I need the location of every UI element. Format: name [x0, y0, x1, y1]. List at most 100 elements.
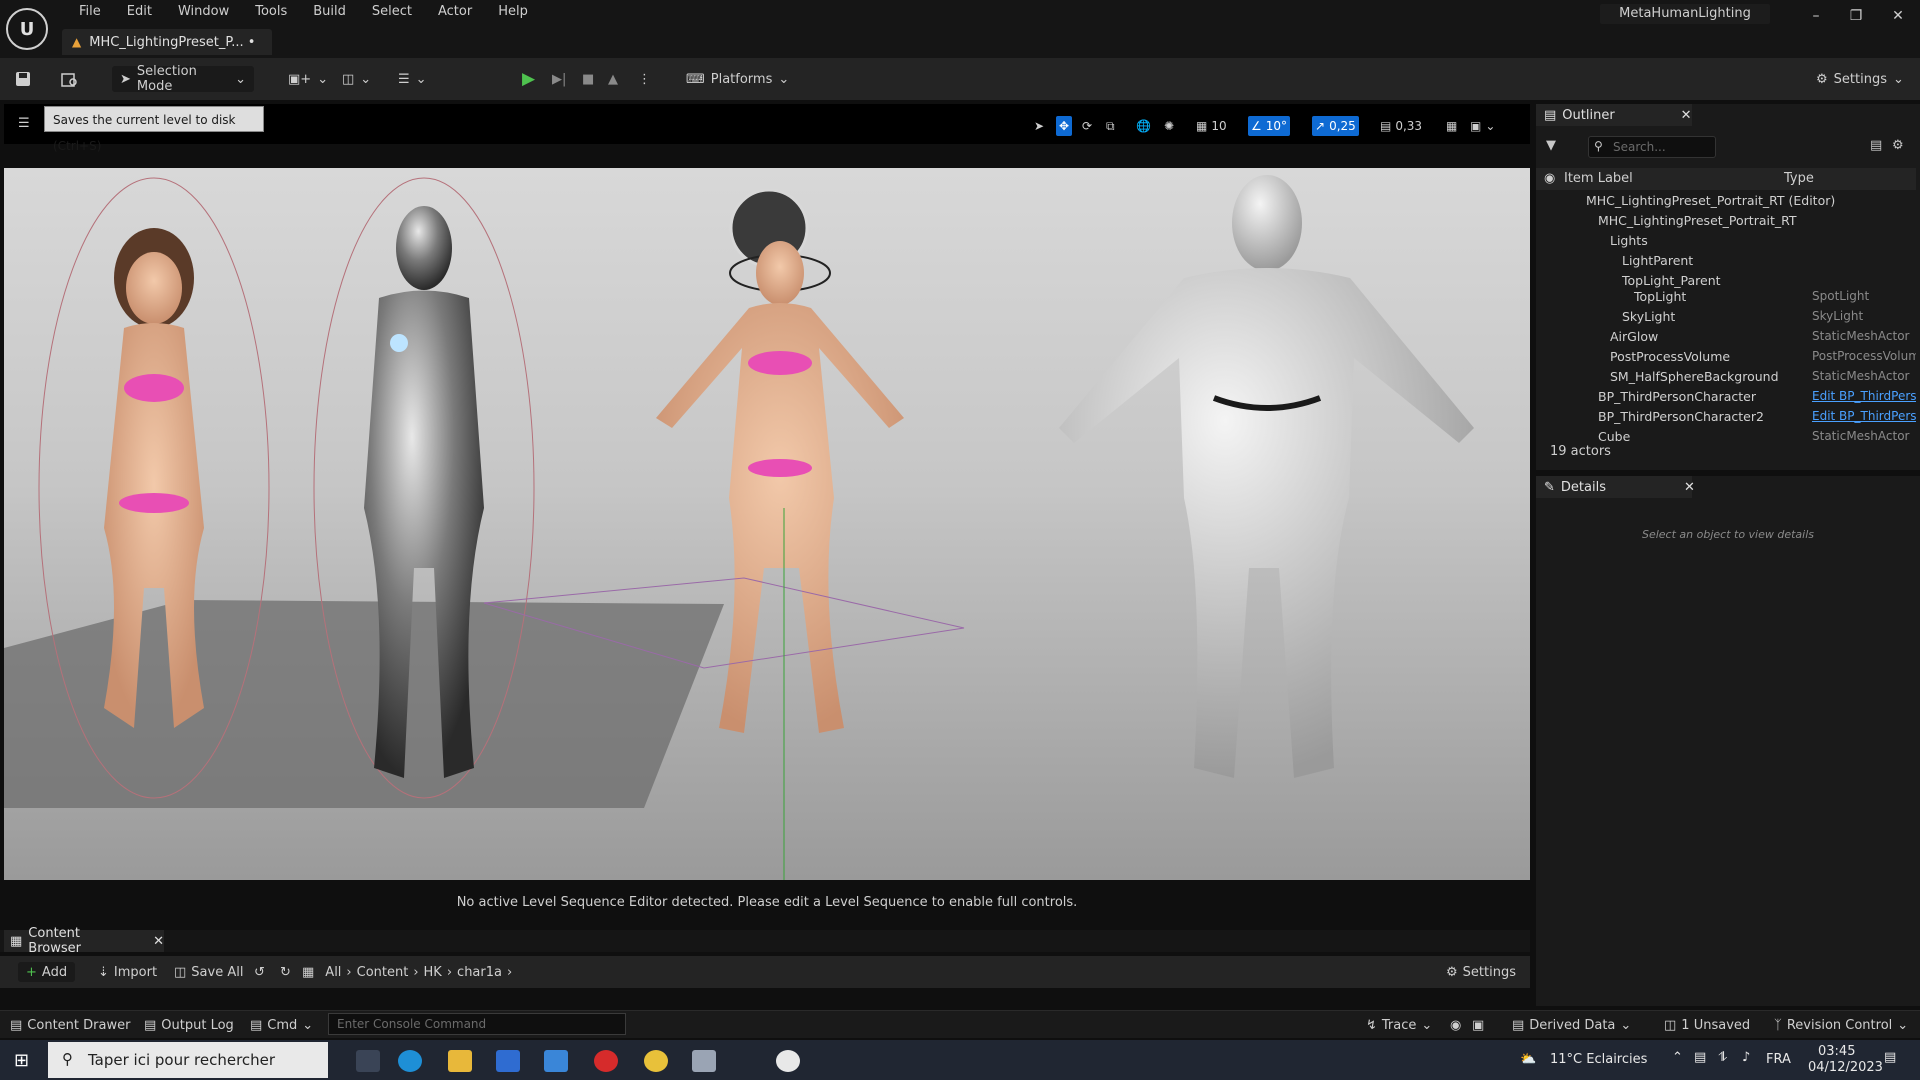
play-options-button[interactable]: ⋮	[638, 66, 651, 92]
level-tab[interactable]: ▲ MHC_LightingPreset_P... •	[62, 29, 272, 55]
outliner-row[interactable]: TopLight SpotLight	[1536, 286, 1916, 306]
outliner-row[interactable]: AirGlow StaticMeshActor	[1536, 326, 1916, 346]
add-actor-button[interactable]: ▣+ ⌄	[288, 66, 328, 92]
rotation-snap[interactable]: ∠ 10°	[1248, 116, 1291, 136]
cinematics-button[interactable]: ☰ ⌄	[398, 66, 427, 92]
unreal-taskbar-icon[interactable]	[776, 1050, 800, 1072]
cmd-dropdown[interactable]: ▤ Cmd ⌄	[250, 1016, 313, 1034]
stop-button[interactable]: ■	[582, 66, 594, 92]
output-log-button[interactable]: ▤ Output Log	[144, 1016, 234, 1034]
trace-dropdown[interactable]: ↯ Trace ⌄	[1366, 1016, 1432, 1034]
scale-snap[interactable]: ↗ 0,25	[1312, 116, 1359, 136]
hamburger-menu-icon[interactable]: ☰	[18, 116, 30, 131]
close-window-button[interactable]: ✕	[1884, 6, 1912, 26]
selection-mode-dropdown[interactable]: ➤ Selection Mode ⌄	[112, 64, 254, 94]
maximize-viewport-button[interactable]: ▦	[1446, 116, 1457, 136]
unreal-logo-icon[interactable]: U	[6, 8, 48, 50]
scale-tool[interactable]: ⧉	[1106, 116, 1115, 136]
outliner-row[interactable]: BP_ThirdPersonCharacter Edit BP_ThirdPers…	[1536, 386, 1916, 406]
settings-button[interactable]: ⚙ Settings ⌄	[1816, 66, 1904, 92]
item-label-column[interactable]: Item Label	[1564, 171, 1633, 186]
outliner-row[interactable]: Lights	[1536, 230, 1916, 250]
taskbar-search-box[interactable]: Taper ici pour rechercher	[48, 1042, 328, 1078]
snapshot-button[interactable]: ▣	[1472, 1016, 1484, 1034]
outliner-row[interactable]: BP_ThirdPersonCharacter2 Edit BP_ThirdPer…	[1536, 406, 1916, 426]
windows-start-icon[interactable]: ⊞	[14, 1050, 29, 1071]
content-drawer-button[interactable]: ▤ Content Drawer	[10, 1016, 130, 1034]
menu-build[interactable]: Build	[300, 2, 359, 22]
rotate-tool[interactable]: ⟳	[1082, 116, 1092, 136]
menu-select[interactable]: Select	[359, 2, 425, 22]
breadcrumb-content[interactable]: Content	[357, 965, 409, 980]
outliner-row-type[interactable]: Edit BP_ThirdPersonCharacter	[1812, 409, 1916, 423]
breadcrumb-all[interactable]: All	[325, 965, 341, 980]
clock-date[interactable]: 04/12/2023	[1808, 1060, 1883, 1075]
derived-data-dropdown[interactable]: ▤ Derived Data ⌄	[1512, 1016, 1631, 1034]
blueprint-button[interactable]: ◫ ⌄	[342, 66, 371, 92]
weather-text[interactable]: 11°C Eclaircies	[1550, 1052, 1647, 1067]
outliner-row[interactable]: Cube StaticMeshActor	[1536, 426, 1916, 446]
record-button[interactable]: ◉	[1450, 1016, 1461, 1034]
mail-icon[interactable]	[544, 1050, 568, 1072]
translate-tool[interactable]: ✥	[1056, 116, 1073, 136]
wifi-icon[interactable]: ⥮	[1718, 1050, 1727, 1065]
revision-control-dropdown[interactable]: ᛉ Revision Control ⌄	[1774, 1016, 1908, 1034]
network-icon[interactable]: ▤	[1694, 1050, 1706, 1065]
menu-window[interactable]: Window	[165, 2, 242, 22]
unsaved-button[interactable]: ◫ 1 Unsaved	[1664, 1016, 1750, 1034]
new-folder-button[interactable]: ▤	[1870, 138, 1882, 153]
outliner-settings-button[interactable]: ⚙	[1892, 138, 1904, 153]
close-icon[interactable]: ✕	[1684, 480, 1695, 495]
menu-edit[interactable]: Edit	[114, 2, 165, 22]
platforms-button[interactable]: ⌨ Platforms ⌄	[686, 66, 789, 92]
breadcrumb-hk[interactable]: HK	[424, 965, 442, 980]
play-button[interactable]: ▶	[522, 66, 535, 92]
select-tool[interactable]: ➤	[1034, 116, 1044, 136]
outliner-row[interactable]: MHC_LightingPreset_Portrait_RT (Editor)	[1536, 190, 1916, 210]
content-browser-tab[interactable]: ▦ Content Browser ✕	[4, 926, 164, 956]
notifications-icon[interactable]: ▤	[1884, 1050, 1896, 1065]
viewport-layout-button[interactable]: ▣ ⌄	[1470, 116, 1495, 136]
camera-speed[interactable]: ▤ 0,33	[1380, 116, 1422, 136]
outliner-row[interactable]: SkyLight SkyLight	[1536, 306, 1916, 326]
restore-button[interactable]: ❐	[1842, 6, 1870, 26]
eject-button[interactable]: ▲	[608, 66, 618, 92]
minimize-button[interactable]: –	[1802, 6, 1830, 26]
outliner-row[interactable]: MHC_LightingPreset_Portrait_RT	[1536, 210, 1916, 230]
app-icon[interactable]	[692, 1050, 716, 1072]
add-button[interactable]: + Add	[18, 962, 76, 982]
content-browser-settings-button[interactable]: ⚙ Settings	[1446, 962, 1516, 982]
browse-level-button[interactable]	[60, 66, 78, 92]
menu-actor[interactable]: Actor	[425, 2, 485, 22]
save-all-button[interactable]: ◫ Save All	[174, 962, 243, 982]
outliner-row[interactable]: LightParent	[1536, 250, 1916, 270]
step-button[interactable]: ▶|	[552, 66, 566, 92]
surface-snap-toggle[interactable]: ✺	[1164, 116, 1174, 136]
menu-tools[interactable]: Tools	[242, 2, 300, 22]
menu-file[interactable]: File	[66, 2, 114, 22]
filter-button[interactable]: ▼	[1546, 138, 1556, 153]
import-button[interactable]: ⇣ Import	[98, 962, 157, 982]
store-icon[interactable]	[496, 1050, 520, 1072]
save-level-button[interactable]	[14, 66, 32, 92]
edge-icon[interactable]	[398, 1050, 422, 1072]
clock-time[interactable]: 03:45	[1818, 1044, 1855, 1059]
history-forward-button[interactable]: ↻	[280, 962, 291, 982]
task-view-icon[interactable]	[356, 1050, 380, 1072]
type-column[interactable]: Type	[1784, 171, 1814, 186]
chrome-icon[interactable]	[644, 1050, 668, 1072]
console-input[interactable]: Enter Console Command	[328, 1013, 626, 1035]
details-tab[interactable]: ✎ Details ✕	[1536, 476, 1695, 498]
visibility-icon[interactable]: ◉	[1544, 171, 1555, 186]
language-indicator[interactable]: FRA	[1766, 1052, 1791, 1067]
menu-help[interactable]: Help	[485, 2, 541, 22]
file-explorer-icon[interactable]	[448, 1050, 472, 1072]
history-back-button[interactable]: ↺	[254, 962, 265, 982]
outliner-row[interactable]: SM_HalfSphereBackground StaticMeshActor	[1536, 366, 1916, 386]
level-viewport[interactable]	[4, 168, 1530, 880]
close-icon[interactable]: ✕	[1681, 108, 1692, 123]
outliner-tab[interactable]: ▤ Outliner ✕	[1536, 104, 1692, 126]
outliner-row-type[interactable]: Edit BP_ThirdPersonCharacter	[1812, 389, 1916, 403]
volume-icon[interactable]: ♪	[1742, 1050, 1750, 1065]
tray-arrow-icon[interactable]: ⌃	[1672, 1050, 1683, 1065]
